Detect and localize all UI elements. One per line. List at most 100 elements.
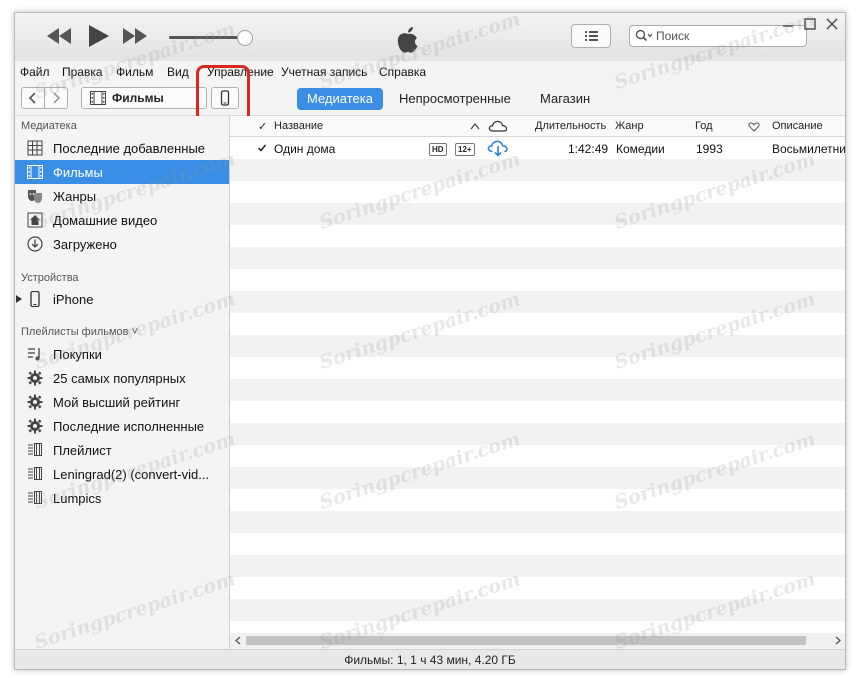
sidebar: Медиатека Последние добавленные Фильмы Ж… (15, 116, 230, 649)
table-row (230, 555, 845, 577)
sidebar-item-leningrad[interactable]: Leningrad(2) (convert-vid... (15, 462, 229, 486)
toolbar: Фильмы Медиатека Непросмотренные Магазин (15, 81, 845, 116)
volume-knob[interactable] (237, 30, 253, 46)
gear-icon (27, 418, 43, 434)
forward-button[interactable] (44, 87, 68, 109)
media-type-selector[interactable]: Фильмы (81, 87, 207, 109)
movie-title[interactable]: Один дома (274, 142, 335, 156)
table-row (230, 159, 845, 181)
maximize-icon[interactable] (803, 17, 817, 31)
column-name[interactable]: Название (274, 120, 323, 132)
table-row (230, 577, 845, 599)
menu-account[interactable]: Учетная запись (281, 65, 367, 79)
table-row (230, 203, 845, 225)
download-icon (27, 236, 43, 252)
media-type-label: Фильмы (112, 91, 164, 105)
icloud-download-icon[interactable] (487, 139, 509, 157)
movie-genre: Комедии (616, 142, 665, 156)
rewind-icon[interactable] (47, 28, 73, 44)
sidebar-item-label: 25 самых популярных (53, 371, 186, 386)
play-icon[interactable] (89, 25, 109, 47)
close-icon[interactable] (825, 17, 839, 31)
film-icon (27, 165, 43, 179)
sidebar-item-movies[interactable]: Фильмы (15, 160, 229, 184)
column-check[interactable]: ✓ (258, 120, 267, 133)
sidebar-item-label: Мой высший рейтинг (53, 395, 181, 410)
scrollbar-thumb[interactable] (246, 636, 806, 645)
sidebar-item-top-25[interactable]: 25 самых популярных (15, 366, 229, 390)
sidebar-item-top-rated[interactable]: Мой высший рейтинг (15, 390, 229, 414)
back-button[interactable] (21, 87, 45, 109)
gear-icon (27, 370, 43, 386)
sidebar-item-label: Leningrad(2) (convert-vid... (53, 467, 210, 482)
sidebar-section-library: Медиатека (21, 120, 77, 132)
heart-icon[interactable] (748, 122, 760, 132)
table-row (230, 511, 845, 533)
tab-unwatched[interactable]: Непросмотренные (389, 88, 521, 110)
sidebar-item-label: Последние добавленные (53, 141, 206, 156)
sidebar-item-recently-played[interactable]: Последние исполненные (15, 414, 229, 438)
movie-list: ✓ Название Длительность Жанр Год Описани… (230, 116, 845, 634)
search-input[interactable] (656, 28, 796, 44)
sidebar-item-lumpics[interactable]: Lumpics (15, 486, 229, 510)
age-rating-badge: 12+ (455, 143, 475, 156)
table-rows (230, 137, 845, 634)
grid-icon (27, 140, 43, 156)
sidebar-item-genres[interactable]: Жанры (15, 184, 229, 208)
menu-help[interactable]: Справка (379, 65, 426, 79)
scroll-left-icon[interactable] (234, 636, 242, 645)
playlist-icon (28, 491, 42, 504)
sidebar-item-label: Фильмы (53, 165, 103, 180)
scroll-right-icon[interactable] (834, 636, 842, 645)
tab-library[interactable]: Медиатека (297, 88, 383, 110)
sidebar-item-playlist[interactable]: Плейлист (15, 438, 229, 462)
iphone-icon (30, 291, 40, 307)
horizontal-scrollbar[interactable] (230, 633, 845, 648)
movie-description: Восьмилетний (772, 142, 845, 156)
sidebar-item-home-videos[interactable]: Домашние видео (15, 208, 229, 232)
table-row (230, 335, 845, 357)
fast-forward-icon[interactable] (123, 28, 149, 44)
status-bar: Фильмы: 1, 1 ч 43 мин, 4.20 ГБ (15, 649, 845, 669)
purchases-icon (28, 348, 40, 361)
sidebar-item-iphone[interactable]: iPhone (15, 287, 229, 311)
sort-ascending-icon[interactable] (470, 122, 480, 130)
menu-file[interactable]: Файл (20, 65, 50, 79)
movie-duration: 1:42:49 (568, 142, 609, 156)
table-row (230, 445, 845, 467)
menu-edit[interactable]: Правка (62, 65, 103, 79)
table-row (230, 291, 845, 313)
cloud-column-icon[interactable] (488, 119, 508, 133)
sidebar-item-downloaded[interactable]: Загружено (15, 232, 229, 256)
sidebar-item-label: Домашние видео (53, 213, 158, 228)
menu-movie[interactable]: Фильм (116, 65, 153, 79)
sidebar-item-label: Покупки (53, 347, 102, 362)
column-year[interactable]: Год (695, 120, 713, 132)
volume-slider[interactable] (169, 36, 245, 39)
table-header: ✓ Название Длительность Жанр Год Описани… (230, 116, 845, 137)
minimize-icon[interactable] (781, 17, 795, 31)
checkbox-checked-icon[interactable] (257, 143, 267, 153)
home-video-icon (27, 212, 43, 228)
chevron-right-icon (53, 92, 61, 104)
table-row (230, 467, 845, 489)
table-row (230, 181, 845, 203)
table-row (230, 313, 845, 335)
column-duration[interactable]: Длительность (535, 120, 606, 132)
sidebar-item-purchases[interactable]: Покупки (15, 342, 229, 366)
table-row (230, 533, 845, 555)
table-row (230, 401, 845, 423)
tab-store[interactable]: Магазин (530, 88, 600, 110)
disclosure-triangle-icon[interactable] (16, 295, 22, 303)
hd-badge: HD (429, 143, 447, 156)
table-row (230, 269, 845, 291)
sidebar-item-recently-added[interactable]: Последние добавленные (15, 136, 229, 160)
column-genre[interactable]: Жанр (615, 120, 644, 132)
up-next-list-button[interactable] (571, 24, 611, 48)
sidebar-item-label: Загружено (53, 237, 117, 252)
column-description[interactable]: Описание (772, 120, 823, 132)
menu-view[interactable]: Вид (167, 65, 189, 79)
table-row (230, 379, 845, 401)
chevron-left-icon (28, 92, 36, 104)
sidebar-section-playlists[interactable]: Плейлисты фильмов ˅ (21, 326, 138, 338)
